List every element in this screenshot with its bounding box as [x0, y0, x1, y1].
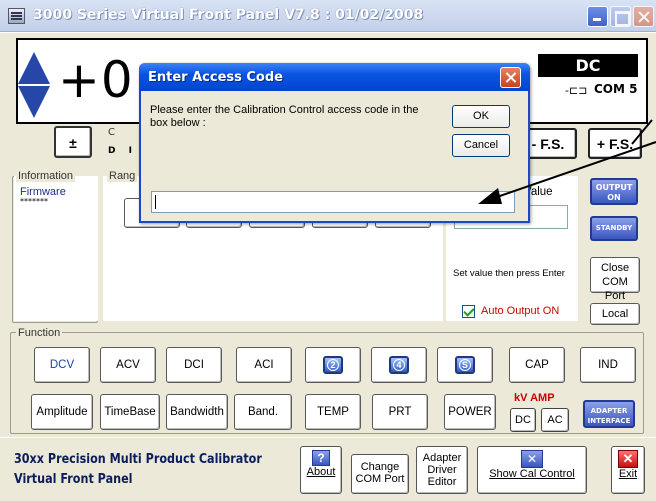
func-4wire-button[interactable]: 4: [371, 347, 427, 383]
function-legend: Function: [16, 327, 63, 339]
four-wire-icon-text: 4: [393, 359, 405, 371]
show-cal-control-label: Show Cal Control: [489, 468, 575, 480]
dialog-message: Please enter the Calibration Control acc…: [150, 104, 419, 129]
auto-output-checkbox[interactable]: [462, 305, 475, 318]
func-dci-button[interactable]: DCI: [166, 347, 222, 383]
mode-indicator: DC: [538, 54, 638, 77]
window-title: 3000 Series Virtual Front Panel V7.8 : 0…: [33, 7, 424, 23]
set-value-hint: Set value then press Enter: [453, 268, 565, 279]
func-prt-button[interactable]: PRT: [372, 394, 428, 430]
exit-button[interactable]: ✕ Exit: [611, 446, 645, 494]
change-com-port-button[interactable]: Change COM Port: [351, 454, 409, 494]
brand-subtitle: Virtual Front Panel: [14, 472, 133, 487]
dialog-title: Enter Access Code: [148, 70, 283, 85]
local-button[interactable]: Local: [590, 303, 640, 325]
about-button[interactable]: ? About: [300, 446, 342, 494]
func-aci-button[interactable]: ACI: [236, 347, 292, 383]
func-2wire-button[interactable]: 2: [305, 347, 361, 383]
close-com-port-button[interactable]: Close COM Port: [590, 257, 640, 302]
func-s-button[interactable]: S: [437, 347, 493, 383]
adapter-driver-editor-button[interactable]: Adapter Driver Editor: [416, 446, 468, 494]
two-wire-icon: 2: [323, 356, 343, 374]
firmware-value: *******: [20, 197, 48, 206]
range-legend: Rang: [107, 170, 138, 182]
help-icon: ?: [312, 450, 330, 466]
text-caret: [155, 195, 156, 209]
access-code-input[interactable]: [151, 191, 515, 213]
func-dcv-button[interactable]: DCV: [34, 347, 90, 383]
com-port-label: COM 5: [594, 82, 638, 96]
func-amplitude-button[interactable]: Amplitude: [31, 394, 93, 430]
func-ind-button[interactable]: IND: [580, 347, 636, 383]
func-acv-button[interactable]: ACV: [100, 347, 156, 383]
s-function-icon-text: S: [459, 359, 471, 371]
dialog-close-button[interactable]: [500, 67, 521, 88]
app-icon: [8, 8, 25, 24]
minimize-button[interactable]: [587, 6, 608, 27]
kv-amp-label: kV AMP: [514, 392, 555, 404]
func-bandwidth-button[interactable]: Bandwidth: [166, 394, 228, 430]
func-temp-button[interactable]: TEMP: [305, 394, 361, 430]
radio-label-di: D I: [108, 146, 137, 156]
exit-icon: ✕: [618, 450, 638, 468]
show-cal-control-button[interactable]: ✕ Show Cal Control: [477, 446, 587, 494]
annotation-arrow-top-icon: [631, 119, 653, 145]
func-timebase-button[interactable]: TimeBase: [100, 394, 160, 430]
radio-label-c: C: [108, 127, 115, 138]
s-function-icon: S: [455, 356, 475, 374]
adapter-interface-button[interactable]: ADAPTER INTERFACE: [583, 400, 635, 428]
output-readout: +0: [58, 51, 134, 109]
brand-title: 30xx Precision Multi Product Calibrator: [14, 452, 262, 467]
two-wire-icon-text: 2: [327, 359, 339, 371]
maximize-button[interactable]: [610, 6, 631, 27]
func-cap-button[interactable]: CAP: [509, 347, 565, 383]
about-label: About: [306, 466, 336, 478]
information-legend: Information: [16, 170, 76, 182]
func-power-button[interactable]: POWER: [444, 394, 496, 430]
polarity-button[interactable]: ±: [54, 126, 92, 158]
annotation-arrow-icon: [478, 141, 656, 204]
kv-ac-button[interactable]: AC: [541, 408, 569, 432]
port-plug-icon: -⊏⊐: [565, 84, 588, 97]
tools-icon: ✕: [521, 450, 543, 468]
ok-button[interactable]: OK: [452, 105, 510, 128]
four-wire-icon: 4: [389, 356, 409, 374]
auto-output-label: Auto Output ON: [481, 305, 560, 317]
func-band-ref-button[interactable]: Band. REF: [234, 394, 292, 452]
kv-dc-button[interactable]: DC: [510, 408, 536, 432]
exit-label: Exit: [618, 468, 638, 480]
close-window-button[interactable]: [633, 6, 654, 27]
standby-button[interactable]: STANDBY: [590, 216, 638, 241]
up-down-arrow-icon[interactable]: [17, 50, 52, 120]
